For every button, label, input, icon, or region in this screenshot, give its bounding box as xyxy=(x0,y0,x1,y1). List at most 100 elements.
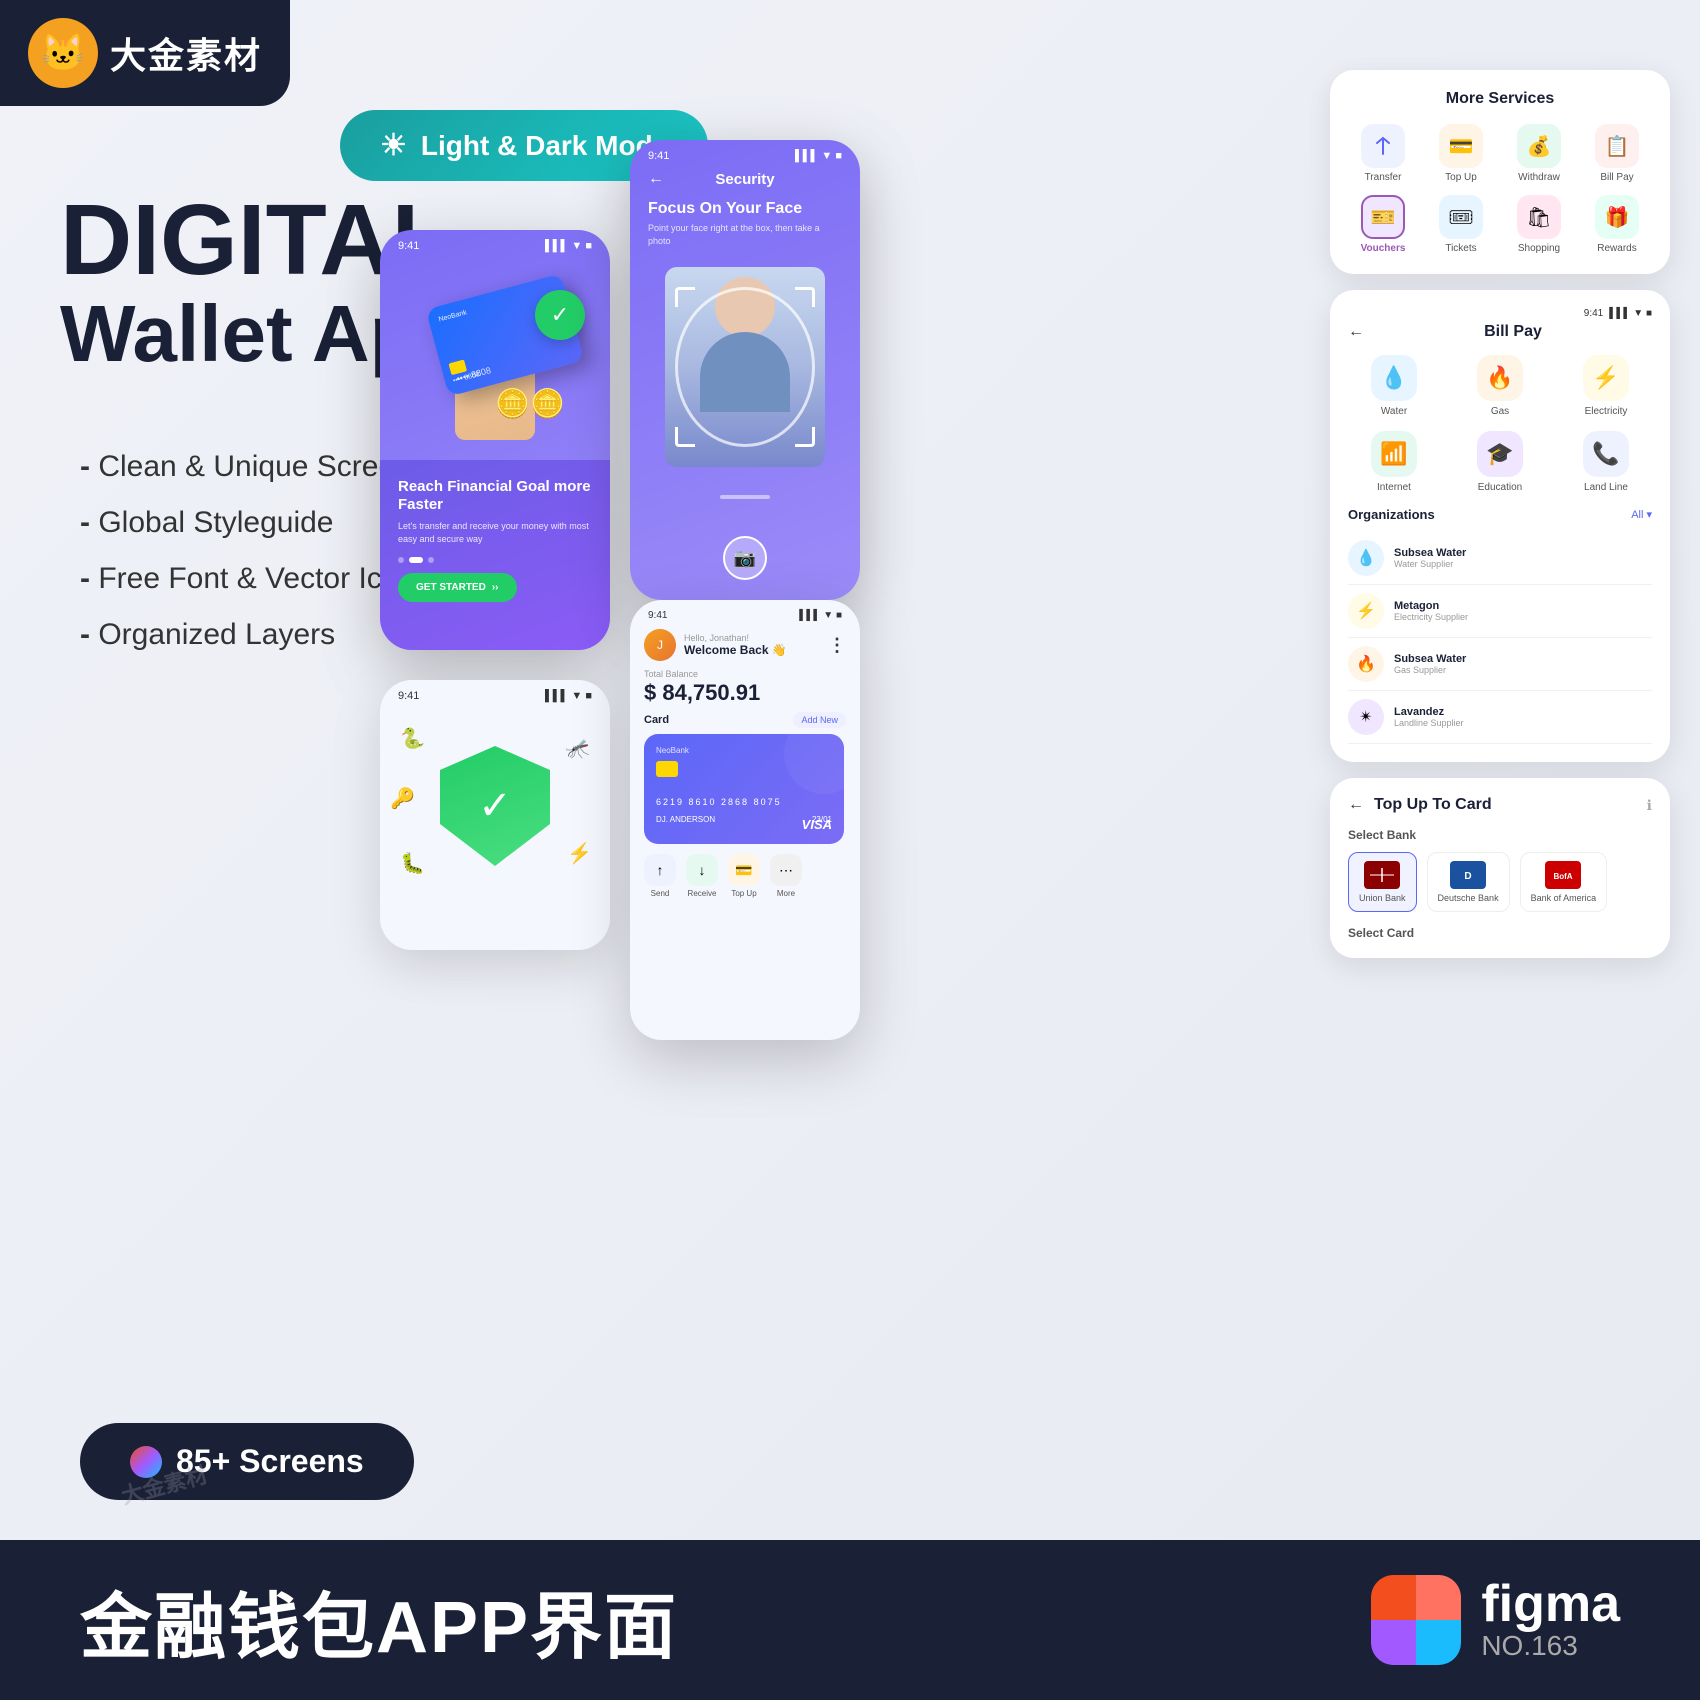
figma-no: NO.163 xyxy=(1481,1630,1620,1662)
org-filter-btn[interactable]: All ▾ xyxy=(1631,508,1652,521)
org-metagon[interactable]: ⚡ Metagon Electricity Supplier xyxy=(1348,585,1652,638)
org-lavandez[interactable]: ✴ Lavandez Landline Supplier xyxy=(1348,691,1652,744)
face-circle xyxy=(675,287,815,447)
back-arrow-icon[interactable]: ← xyxy=(648,170,664,188)
fly-item-5: 🐛 xyxy=(400,851,425,876)
bp-internet[interactable]: 📶 Internet xyxy=(1348,431,1440,493)
phone-dashboard: 9:41 ▌▌▌ ▼ ■ J Hello, Jonathan! Welcome … xyxy=(630,600,860,1040)
send-icon: ↑ xyxy=(644,854,676,886)
camera-btn[interactable]: 📷 xyxy=(723,536,767,580)
carousel-dots xyxy=(398,557,592,563)
more-icon: ⋯ xyxy=(770,854,802,886)
total-balance-amount: $ 84,750.91 xyxy=(630,680,860,712)
org-subsea-gas[interactable]: 🔥 Subsea Water Gas Supplier xyxy=(1348,638,1652,691)
greeting-area: Hello, Jonathan! Welcome Back 👋 xyxy=(684,633,820,657)
billpay-grid: 💧 Water 🔥 Gas ⚡ Electricity 📶 Internet 🎓… xyxy=(1348,355,1652,493)
bp-electricity[interactable]: ⚡ Electricity xyxy=(1560,355,1652,417)
corner-bl xyxy=(675,427,695,447)
transfer-icon xyxy=(1361,124,1405,168)
phone4-header: J Hello, Jonathan! Welcome Back 👋 ⋮ xyxy=(630,625,860,665)
quick-actions: ↑ Send ↓ Receive 💳 Top Up ⋯ More xyxy=(630,844,860,898)
service-vouchers[interactable]: 🎫 Vouchers xyxy=(1350,195,1416,254)
right-panel: More Services Transfer 💳 Top Up 💰 Withdr… xyxy=(1330,70,1670,958)
fly-item-2: 🦟 xyxy=(565,736,590,761)
phone-onboarding: 9:41 ▌▌▌ ▼ ■ SKIP NeoBank •••• 8808 ✓ 🪙🪙… xyxy=(380,230,610,650)
bill-pay-card: 9:41 ▌▌▌ ▼ ■ ← Bill Pay 💧 Water 🔥 Gas ⚡ … xyxy=(1330,290,1670,762)
figma-text-area: figma NO.163 xyxy=(1481,1578,1620,1662)
topup-to-card: ← Top Up To Card ℹ Select Bank Union Ban… xyxy=(1330,778,1670,958)
qa-receive[interactable]: ↓ Receive xyxy=(686,854,718,898)
bp-education[interactable]: 🎓 Education xyxy=(1454,431,1546,493)
svg-text:BofA: BofA xyxy=(1554,872,1573,881)
figma-name: figma xyxy=(1481,1578,1620,1630)
topup-service-icon: 💳 xyxy=(1439,124,1483,168)
service-billpay[interactable]: 📋 Bill Pay xyxy=(1584,124,1650,183)
phone4-status-bar: 9:41 ▌▌▌ ▼ ■ xyxy=(630,600,860,625)
phone2-bottom-bar xyxy=(720,495,770,499)
features-list: Clean & Unique Screens Global Styleguide… xyxy=(80,450,430,674)
chip-icon xyxy=(656,761,678,777)
vouchers-icon: 🎫 xyxy=(1361,195,1405,239)
face-recognition-area xyxy=(630,247,860,487)
billpay-status-bar: 9:41 ▌▌▌ ▼ ■ xyxy=(1348,308,1652,319)
internet-icon: 📶 xyxy=(1371,431,1417,477)
service-rewards[interactable]: 🎁 Rewards xyxy=(1584,195,1650,254)
bp-landline[interactable]: 📞 Land Line xyxy=(1560,431,1652,493)
topup-info-icon[interactable]: ℹ xyxy=(1647,797,1652,814)
svg-text:D: D xyxy=(1464,871,1471,882)
watermark-mascot: 🐱 xyxy=(28,18,98,88)
more-options-btn[interactable]: ⋮ xyxy=(828,635,846,656)
service-tickets[interactable]: 🎟 Tickets xyxy=(1428,195,1494,254)
add-new-btn[interactable]: Add New xyxy=(793,712,846,728)
phone2-header: ← Security xyxy=(630,166,860,192)
topup-icon: 💳 xyxy=(728,854,760,886)
bank-deutsche[interactable]: D Deutsche Bank xyxy=(1427,852,1510,912)
phone-shield: 9:41 ▌▌▌ ▼ ■ 🐍 🦟 🔑 ⚡ 🐛 ✓ xyxy=(380,680,610,950)
banks-row: Union Bank D Deutsche Bank BofA xyxy=(1348,852,1652,912)
get-started-btn[interactable]: GET STARTED ›› xyxy=(398,573,517,602)
figma-q2 xyxy=(1416,1575,1461,1620)
bottom-bar: 金融钱包APP界面 figma NO.163 xyxy=(0,1540,1700,1700)
organizations-header: Organizations All ▾ xyxy=(1348,507,1652,522)
check-shield-icon: ✓ xyxy=(535,290,585,340)
service-transfer[interactable]: Transfer xyxy=(1350,124,1416,183)
billpay-header: ← Bill Pay xyxy=(1348,323,1652,341)
corner-tl xyxy=(675,287,695,307)
bank-union[interactable]: Union Bank xyxy=(1348,852,1417,912)
bp-water[interactable]: 💧 Water xyxy=(1348,355,1440,417)
qa-send[interactable]: ↑ Send xyxy=(644,854,676,898)
qa-more[interactable]: ⋯ More xyxy=(770,854,802,898)
service-withdraw[interactable]: 💰 Withdraw xyxy=(1506,124,1572,183)
coins-icon: 🪙🪙 xyxy=(495,387,565,420)
visa-label: VISA xyxy=(802,817,832,832)
fly-item-4: ⚡ xyxy=(567,841,592,866)
bank-bofa[interactable]: BofA Bank of America xyxy=(1520,852,1608,912)
union-bank-logo xyxy=(1364,861,1400,889)
water-icon: 💧 xyxy=(1371,355,1417,401)
figma-q1 xyxy=(1371,1575,1416,1620)
shield-animation-area: 🐍 🦟 🔑 ⚡ 🐛 ✓ xyxy=(380,706,610,906)
more-services-title: More Services xyxy=(1350,90,1650,108)
services-grid: Transfer 💳 Top Up 💰 Withdraw 📋 Bill Pay … xyxy=(1350,124,1650,254)
figma-logo-area: figma NO.163 xyxy=(1371,1575,1620,1665)
billpay-back-btn[interactable]: ← xyxy=(1348,323,1364,341)
bp-gas[interactable]: 🔥 Gas xyxy=(1454,355,1546,417)
service-shopping[interactable]: 🛍 Shopping xyxy=(1506,195,1572,254)
figma-q4 xyxy=(1416,1620,1461,1665)
tickets-icon: 🎟 xyxy=(1439,195,1483,239)
watermark-badge: 🐱 大金素材 xyxy=(0,0,290,106)
org-subsea-water[interactable]: 💧 Subsea Water Water Supplier xyxy=(1348,532,1652,585)
fly-item-3: 🔑 xyxy=(390,786,415,811)
org-subsea-water-icon: 💧 xyxy=(1348,540,1384,576)
phone-security: 9:41 ▌▌▌ ▼ ■ ← Security Focus On Your Fa… xyxy=(630,140,860,600)
deutsche-bank-logo: D xyxy=(1450,861,1486,889)
phone2-desc: Point your face right at the box, then t… xyxy=(630,222,860,247)
face-overlay xyxy=(630,247,860,487)
sun-icon: ☀ xyxy=(380,128,407,163)
select-card-label: Select Card xyxy=(1348,926,1652,940)
topup-back-btn[interactable]: ← xyxy=(1348,796,1364,814)
corner-br xyxy=(795,427,815,447)
qa-topup[interactable]: 💳 Top Up xyxy=(728,854,760,898)
topup-header: ← Top Up To Card ℹ xyxy=(1348,796,1652,814)
service-topup[interactable]: 💳 Top Up xyxy=(1428,124,1494,183)
